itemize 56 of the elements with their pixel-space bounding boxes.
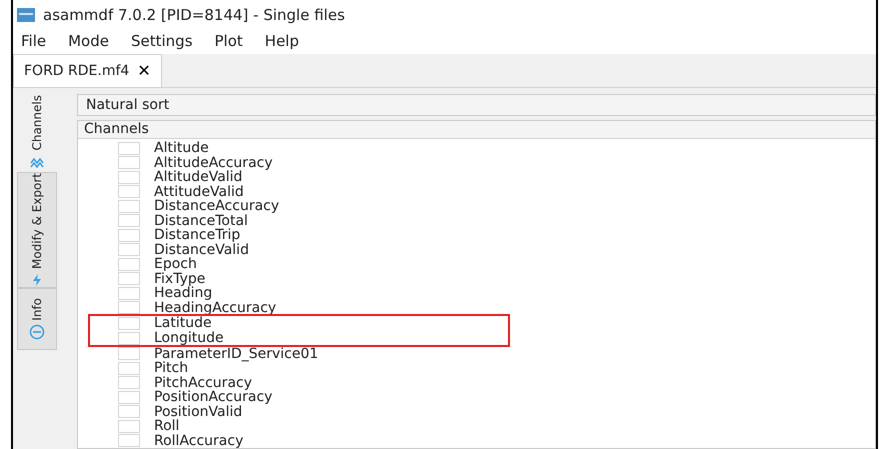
checkbox[interactable] <box>118 142 140 155</box>
channel-name[interactable]: PositionAccuracy <box>154 390 272 404</box>
menu-item[interactable]: Plot <box>214 30 243 52</box>
checkbox[interactable] <box>118 376 140 390</box>
file-tab[interactable]: FORD RDE.mf4 ✕ <box>13 54 162 87</box>
checkbox[interactable] <box>118 286 140 300</box>
channel-name[interactable]: DistanceValid <box>154 242 249 257</box>
menu-item[interactable]: Help <box>264 30 299 52</box>
side-tab[interactable]: Modify & Export <box>17 172 57 288</box>
channel-name[interactable]: DistanceAccuracy <box>154 199 280 214</box>
checkbox[interactable] <box>118 258 140 271</box>
channel-name[interactable]: AltitudeValid <box>154 170 242 184</box>
channel-name[interactable]: Latitude <box>154 316 212 330</box>
checkbox[interactable] <box>118 362 140 375</box>
channel-name[interactable]: Heading <box>154 286 212 300</box>
checkbox[interactable] <box>118 434 140 448</box>
channel-name[interactable]: DistanceTrip <box>154 228 240 242</box>
checkbox[interactable] <box>118 228 140 242</box>
channel-name[interactable]: FixType <box>154 272 206 286</box>
checkbox[interactable] <box>118 170 140 184</box>
channel-name[interactable]: ParameterID_Service01 <box>154 346 318 361</box>
channel-name[interactable]: Altitude <box>154 141 209 156</box>
checkbox[interactable] <box>118 272 140 286</box>
channel-name[interactable]: PitchAccuracy <box>154 376 252 390</box>
channel-name[interactable]: DistanceTotal <box>154 214 248 228</box>
channel-name[interactable]: AttitudeValid <box>154 184 244 199</box>
close-button[interactable]: ✕ <box>137 59 151 83</box>
checkbox[interactable] <box>118 185 140 198</box>
channel-name[interactable]: Epoch <box>154 257 197 272</box>
channel-name[interactable]: AltitudeAccuracy <box>154 156 273 170</box>
sort-dropdown[interactable]: Natural sort <box>77 94 876 116</box>
checkbox[interactable] <box>118 390 140 404</box>
menu-item[interactable]: File <box>21 30 46 52</box>
checkbox[interactable] <box>118 301 140 314</box>
checkbox[interactable] <box>118 332 140 345</box>
column-header: Channels <box>78 121 875 139</box>
checkbox[interactable] <box>118 200 140 213</box>
window-title: asammdf 7.0.2 [PID=8144] - Single files <box>43 4 345 26</box>
menu-item[interactable]: Mode <box>68 30 109 52</box>
checkbox[interactable] <box>118 316 140 330</box>
checkbox[interactable] <box>118 214 140 228</box>
channel-name[interactable]: Longitude <box>154 331 224 346</box>
checkbox[interactable] <box>118 347 140 360</box>
checkbox[interactable] <box>118 420 140 433</box>
checkbox[interactable] <box>118 405 140 418</box>
channel-name[interactable]: HeadingAccuracy <box>154 300 276 315</box>
channel-name[interactable]: Pitch <box>154 361 188 376</box>
info-icon <box>29 324 45 340</box>
app-logo-icon <box>17 8 35 22</box>
checkbox[interactable] <box>118 156 140 170</box>
menu-item[interactable]: Settings <box>130 30 193 52</box>
channel-name[interactable]: RollAccuracy <box>154 434 244 448</box>
channel-name[interactable]: PositionValid <box>154 404 242 419</box>
side-tab[interactable]: Info <box>17 288 57 350</box>
checkbox[interactable] <box>118 243 140 256</box>
channel-name[interactable]: Roll <box>154 419 180 434</box>
